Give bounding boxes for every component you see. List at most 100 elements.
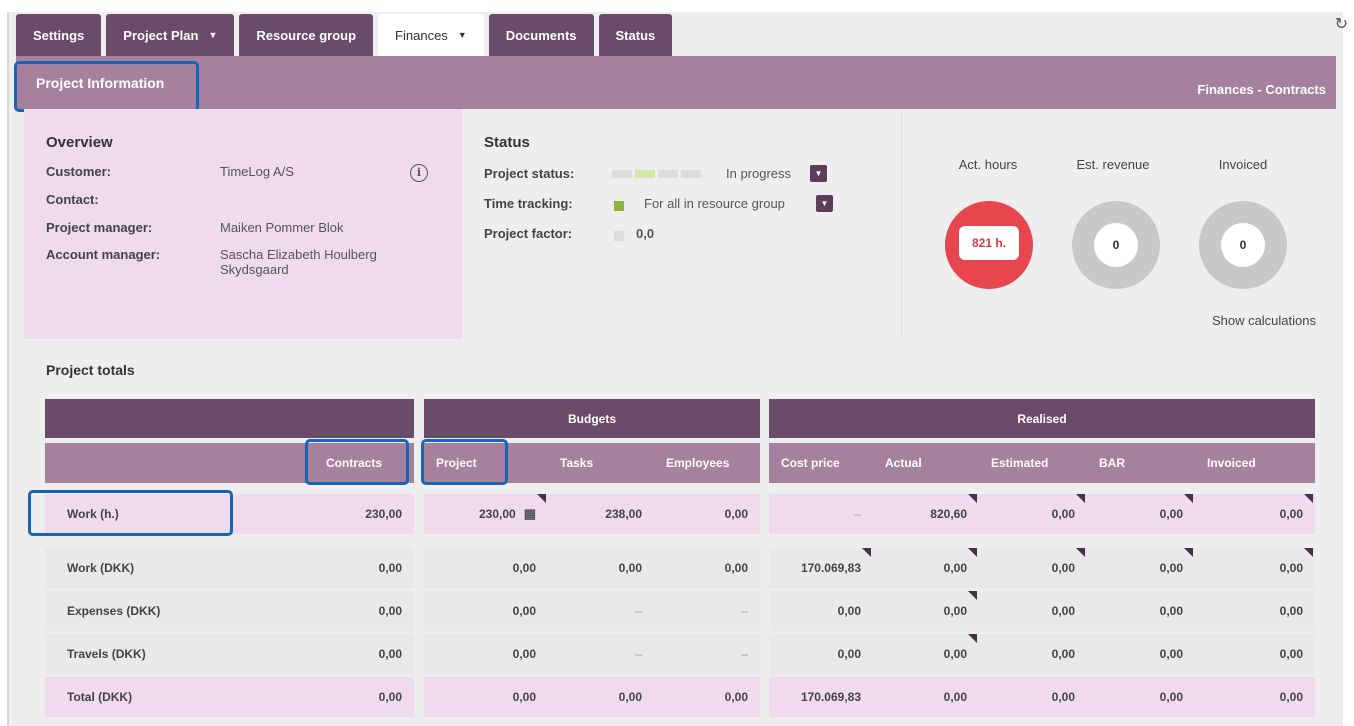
caret-down-icon[interactable]: ▼ (208, 30, 217, 40)
column-header-actual[interactable]: Actual (873, 443, 979, 483)
tab-project-plan[interactable]: Project Plan ▼ (106, 14, 235, 56)
cell-value: 0,00 (943, 561, 967, 575)
cell-value: 0,00 (837, 647, 861, 661)
cell-contracts: 0,00 (314, 591, 414, 631)
tab-status[interactable]: Status (598, 14, 673, 56)
tab-documents[interactable]: Documents (488, 14, 594, 56)
comment-marker-icon[interactable] (968, 494, 977, 503)
cell-bar: 0,00 (1087, 591, 1195, 631)
cell-value: 0,00 (1279, 561, 1303, 575)
cell-bar: 0,00 (1087, 634, 1195, 674)
highlight-box (14, 61, 199, 112)
cell-value: 0,00 (1051, 647, 1075, 661)
tab-label: Settings (33, 27, 85, 43)
project-totals-title: Project totals (46, 362, 135, 378)
progress-segment (681, 170, 701, 178)
cell-value: – (741, 604, 748, 618)
section-header: Project Information Finances - Contracts (16, 56, 1336, 109)
time-tracking-value: For all in resource group (644, 196, 785, 211)
act-hours-value: 821 h. (959, 226, 1019, 260)
comment-marker-icon[interactable] (1304, 548, 1313, 557)
comment-marker-icon[interactable] (1076, 494, 1085, 503)
cell-value: 0,00 (378, 604, 402, 618)
tab-finances[interactable]: Finances ▼ (378, 14, 484, 56)
comment-marker-icon[interactable] (537, 494, 546, 503)
cell-value: 0,00 (378, 647, 402, 661)
column-header-bar[interactable]: BAR (1087, 443, 1195, 483)
cell-value: 0,00 (512, 561, 536, 575)
cell-value: 0,00 (512, 647, 536, 661)
cell-value: 0,00 (837, 604, 861, 618)
project-status-dropdown-icon[interactable]: ▼ (810, 165, 827, 182)
cell-value: – (854, 507, 861, 521)
cell-employees: – (654, 591, 760, 631)
comment-marker-icon[interactable] (1184, 548, 1193, 557)
overview-title: Overview (46, 134, 113, 151)
cell-value: 0,00 (618, 561, 642, 575)
cell-value: – (635, 647, 642, 661)
comment-marker-icon[interactable] (968, 548, 977, 557)
tab-settings[interactable]: Settings (16, 14, 102, 56)
est-revenue-donut: 0 (1072, 201, 1160, 289)
tab-resource-group[interactable]: Resource group (239, 14, 374, 56)
cell-estimated: 0,00 (979, 677, 1087, 717)
act-hours-label: Act. hours (958, 157, 1018, 172)
column-header-cost-price[interactable]: Cost price (769, 443, 873, 483)
invoiced-label: Invoiced (1218, 157, 1268, 172)
show-calculations-link[interactable]: Show calculations (1212, 313, 1316, 328)
cell-value: 0,00 (724, 561, 748, 575)
cell-actual: 0,00 (873, 591, 979, 631)
cell-contracts: 230,00 (314, 494, 414, 534)
project-status-label: Project status: (484, 166, 575, 181)
cell-project: 0,00 (424, 677, 548, 717)
column-header-invoiced[interactable]: Invoiced (1195, 443, 1315, 483)
cell-value: 0,00 (1279, 507, 1303, 521)
column-header-tasks[interactable]: Tasks (548, 443, 654, 483)
cell-value: 0,00 (943, 604, 967, 618)
cell-value: 0,00 (1051, 690, 1075, 704)
cell-tasks: 238,00 (548, 494, 654, 534)
column-header-employees[interactable]: Employees (654, 443, 760, 483)
budgets-group-header: Budgets (424, 399, 760, 438)
info-icon[interactable]: i (410, 164, 428, 182)
tab-bar: Settings Project Plan ▼ Resource group Fi… (16, 14, 673, 56)
comment-marker-icon[interactable] (968, 634, 977, 643)
highlight-box (28, 490, 233, 536)
comment-marker-icon[interactable] (968, 591, 977, 600)
cell-value: 0,00 (1051, 561, 1075, 575)
calculator-icon[interactable]: ▦ (524, 506, 536, 522)
comment-marker-icon[interactable] (1304, 494, 1313, 503)
comment-marker-icon[interactable] (862, 548, 871, 557)
cell-value: 0,00 (512, 604, 536, 618)
tab-label: Project Plan (123, 27, 199, 43)
cell-tasks: 0,00 (548, 677, 654, 717)
column-header-estimated[interactable]: Estimated (979, 443, 1087, 483)
cell-value: 0,00 (618, 690, 642, 704)
invoiced-value: 0 (1221, 223, 1265, 267)
caret-down-icon[interactable]: ▼ (458, 30, 467, 40)
refresh-icon[interactable]: ↻ (1335, 14, 1348, 34)
account-manager-label: Account manager: (46, 247, 161, 262)
status-panel: Status Project status: In progress ▼ Tim… (464, 109, 900, 339)
comment-marker-icon[interactable] (1076, 548, 1085, 557)
project-factor-label: Project factor: (484, 226, 573, 241)
cell-tasks: – (548, 591, 654, 631)
cell-cost-price: 170.069,83 (769, 548, 873, 588)
cell-value: 0,00 (724, 507, 748, 521)
cell-cost-price: 170.069,83 (769, 677, 873, 717)
cell-tasks: 0,00 (548, 548, 654, 588)
time-tracking-dropdown-icon[interactable]: ▼ (816, 195, 833, 212)
tracking-indicator (614, 201, 624, 211)
project-manager-label: Project manager: (46, 220, 153, 235)
customer-label: Customer: (46, 164, 112, 179)
cell-invoiced: 0,00 (1195, 634, 1315, 674)
cell-value: 0,00 (943, 647, 967, 661)
cell-value: 230,00 (365, 507, 402, 521)
tab-label: Finances (395, 27, 448, 43)
cell-employees: 0,00 (654, 548, 760, 588)
factor-indicator (614, 231, 624, 241)
comment-marker-icon[interactable] (1184, 494, 1193, 503)
cell-employees: – (654, 634, 760, 674)
cell-value: 0,00 (512, 690, 536, 704)
cell-actual: 820,60 (873, 494, 979, 534)
